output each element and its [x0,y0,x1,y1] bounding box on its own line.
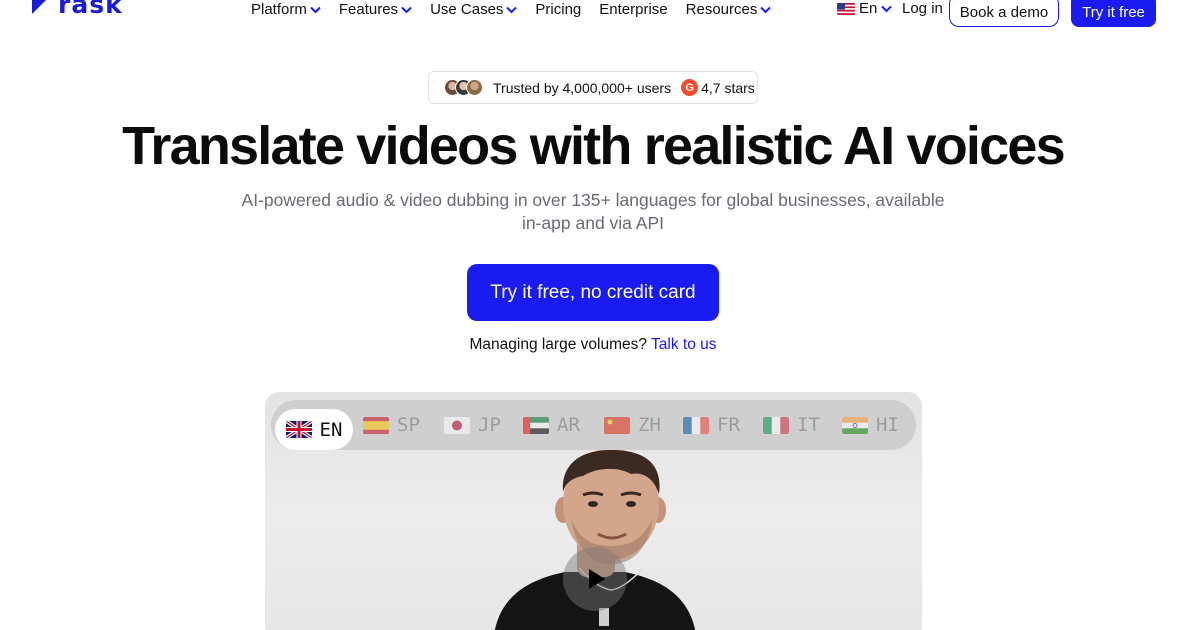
nav-item-platform[interactable]: Platform [251,0,321,20]
chevron-down-icon [506,6,518,14]
nav-item-label: Resources [685,1,758,18]
chevron-down-icon [881,5,893,13]
tab-label: JP [478,414,501,436]
chevron-down-icon [310,6,321,14]
tab-label: EN [319,418,343,441]
japan-flag-icon [444,416,470,434]
tab-sp[interactable]: SP [363,410,420,440]
tab-label: ZH [638,414,661,436]
login-link[interactable]: Log in [902,0,943,18]
avatar [466,79,483,96]
nav-item-use-cases[interactable]: Use Cases [430,0,518,20]
nav-item-label: Pricing [535,1,582,18]
nav-item-features[interactable]: Features [339,0,412,20]
volumes-text: Managing large volumes? [469,336,647,353]
rating-text: 4,7 stars [701,79,755,96]
trust-badge: Trusted by 4,000,000+ users G 4,7 stars [428,71,758,104]
china-flag-icon [604,416,630,434]
uk-flag-icon [285,421,312,438]
language-selector[interactable]: En [837,0,893,18]
user-avatars [444,79,483,96]
tab-jp[interactable]: JP [444,410,501,440]
nav-item-label: Platform [251,1,307,18]
logo-arrow-icon [32,0,50,14]
tab-label: IT [797,414,820,436]
tab-hi[interactable]: HI [842,410,899,440]
tab-it[interactable]: IT [763,410,820,440]
chevron-down-icon [760,6,772,14]
nav-item-resources[interactable]: Resources [686,0,772,20]
demo-video-player[interactable]: EN SP JP AR ZH FR IT HI [265,392,922,630]
india-flag-icon [842,416,868,434]
language-label: En [859,0,878,17]
logo-wordmark: rask [58,0,123,19]
italy-flag-icon [763,416,789,434]
us-flag-icon [837,3,855,15]
tab-fr[interactable]: FR [683,410,740,440]
play-button[interactable] [563,547,627,611]
tab-ar[interactable]: AR [523,410,580,440]
nav-item-label: Enterprise [599,1,668,18]
tab-label: FR [717,414,740,436]
site-header: rask Platform Features Use Cases Pricing… [0,0,1200,32]
nav-item-label: Features [338,1,399,18]
spain-flag-icon [363,416,389,434]
book-demo-button[interactable]: Book a demo [949,0,1059,27]
chevron-down-icon [401,6,412,14]
nav-item-pricing[interactable]: Pricing [535,0,581,20]
page-title: Translate videos with realistic AI voice… [122,116,1065,176]
large-volumes-line: Managing large volumes? Talk to us [0,336,1186,354]
language-tab-bar: EN SP JP AR ZH FR IT HI [271,400,916,450]
talk-to-us-link[interactable]: Talk to us [651,336,716,353]
france-flag-icon [683,416,709,434]
rask-logo[interactable]: rask [30,0,123,18]
g2-icon: G [681,79,699,96]
tab-en[interactable]: EN [275,409,353,450]
trusted-users-text: Trusted by 4,000,000+ users [493,79,672,96]
tab-label: AR [557,414,580,436]
try-free-no-credit-card-button[interactable]: Try it free, no credit card [467,264,719,321]
nav-item-label: Use Cases [430,1,504,18]
try-free-button[interactable]: Try it free [1071,0,1156,27]
uae-flag-icon [523,416,549,434]
tab-zh[interactable]: ZH [604,410,661,440]
tab-label: SP [397,414,420,436]
nav-item-enterprise[interactable]: Enterprise [599,0,667,20]
play-icon [589,569,605,589]
main-nav: Platform Features Use Cases Pricing Ente… [251,0,789,20]
tab-label: HI [876,414,899,436]
hero-subtitle: AI-powered audio & video dubbing in over… [241,190,945,233]
